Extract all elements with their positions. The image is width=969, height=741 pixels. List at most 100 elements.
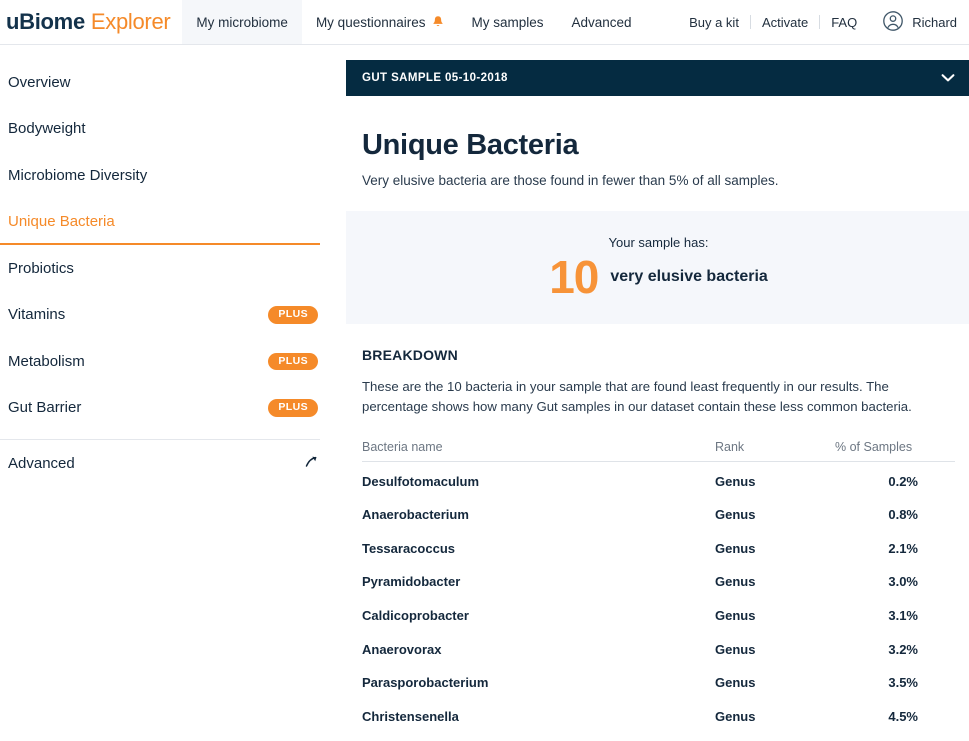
bacteria-pct: 4.5% bbox=[835, 733, 955, 741]
bacteria-name: Christensenellaceae bbox=[362, 733, 715, 741]
column-header-rank: Rank bbox=[715, 439, 835, 462]
sidebar-item-microbiome-diversity[interactable]: Microbiome Diversity bbox=[0, 152, 340, 199]
bacteria-name: Caldicoprobacter bbox=[362, 607, 469, 623]
user-menu[interactable]: Richard bbox=[882, 10, 957, 35]
nav-tab-advanced[interactable]: Advanced bbox=[558, 0, 646, 44]
app-logo[interactable]: u Biome Explorer bbox=[0, 0, 182, 44]
table-header-row: Bacteria name Rank % of Samples bbox=[362, 439, 955, 462]
table-row: ChristensenellaceaeFamily4.5% bbox=[362, 733, 955, 741]
nav-tab-label: My samples bbox=[471, 14, 544, 30]
nav-tab-my-questionnaires[interactable]: My questionnaires bbox=[302, 0, 458, 44]
page-subtitle: Very elusive bacteria are those found in… bbox=[362, 173, 779, 188]
sidebar-item-advanced[interactable]: Advanced bbox=[0, 440, 340, 487]
bacteria-name: Christensenella bbox=[362, 708, 459, 724]
sidebar-item-bodyweight[interactable]: Bodyweight bbox=[0, 106, 340, 153]
summary-stat-card: Your sample has: 10 very elusive bacteri… bbox=[346, 211, 969, 324]
bacteria-pct: 3.1% bbox=[888, 607, 918, 623]
sidebar-item-label: Microbiome Diversity bbox=[8, 166, 148, 184]
top-navigation-bar: u Biome Explorer My microbiome My questionn… bbox=[0, 0, 969, 45]
sidebar-item-label: Unique Bacteria bbox=[8, 213, 115, 231]
sidebar-nav: Overview Bodyweight Microbiome Diversity Un… bbox=[0, 45, 340, 741]
secondary-nav: Buy a kit Activate FAQ Richard bbox=[678, 0, 969, 44]
stat-unit: very elusive bacteria bbox=[610, 268, 768, 285]
user-circle-icon bbox=[882, 10, 904, 35]
sidebar-item-probiotics[interactable]: Probiotics bbox=[0, 245, 340, 292]
sample-selector-bar[interactable]: GUT SAMPLE 05-10-2018 bbox=[346, 60, 969, 96]
sidebar-item-overview[interactable]: Overview bbox=[0, 59, 340, 106]
chevron-down-icon[interactable] bbox=[941, 71, 955, 86]
bacteria-name: Anaerovorax bbox=[362, 641, 442, 657]
buy-a-kit-link[interactable]: Buy a kit bbox=[678, 15, 750, 30]
bacteria-name: Pyramidobacter bbox=[362, 574, 461, 590]
sidebar-item-label: Gut Barrier bbox=[8, 399, 82, 417]
breakdown-description: These are the 10 bacteria in your sample… bbox=[362, 379, 912, 414]
bacteria-pct: 4.5% bbox=[888, 708, 918, 724]
logo-explorer: Explorer bbox=[90, 9, 171, 34]
sidebar-item-label: Advanced bbox=[8, 454, 75, 472]
sidebar-item-list: Overview Bodyweight Microbiome Diversity Un… bbox=[0, 59, 340, 431]
stat-number: 10 bbox=[549, 251, 599, 303]
nav-tab-label: Advanced bbox=[571, 14, 632, 30]
bacteria-pct: 3.5% bbox=[888, 675, 918, 691]
bacteria-rank: Genus bbox=[715, 540, 756, 556]
nav-tab-my-samples[interactable]: My samples bbox=[458, 0, 558, 44]
notification-bell-icon[interactable] bbox=[432, 15, 444, 30]
logo-u: u bbox=[6, 9, 20, 34]
table-row: Anaerovorax Genus 3.2% bbox=[362, 632, 955, 666]
stat-label: Your sample has: bbox=[608, 235, 709, 250]
breakdown-heading: BREAKDOWN bbox=[362, 347, 458, 363]
table-row: Pyramidobacter Genus 3.0% bbox=[362, 565, 955, 599]
bacteria-rank: Genus bbox=[715, 507, 756, 523]
sidebar-item-vitamins[interactable]: Vitamins PLUS bbox=[0, 292, 340, 339]
sidebar-item-label: Vitamins bbox=[8, 306, 66, 324]
page-body: Overview Bodyweight Microbiome Diversity Un… bbox=[0, 45, 969, 741]
faq-link[interactable]: FAQ bbox=[820, 15, 868, 30]
sidebar-item-label: Bodyweight bbox=[8, 120, 86, 138]
table-header: Bacteria name Rank % of Samples bbox=[362, 439, 955, 462]
table-row: Caldicoprobacter Genus 3.1% bbox=[362, 599, 955, 633]
bacteria-pct: 2.1% bbox=[888, 540, 918, 556]
table-row: Tessaracoccus Genus 2.1% bbox=[362, 531, 955, 565]
sidebar-item-gut-barrier[interactable]: Gut Barrier PLUS bbox=[0, 385, 340, 432]
sidebar-item-unique-bacteria[interactable]: Unique Bacteria bbox=[0, 199, 340, 246]
bacteria-rank: Genus bbox=[715, 641, 756, 657]
sidebar-item-metabolism[interactable]: Metabolism PLUS bbox=[0, 338, 340, 385]
bacteria-pct: 0.8% bbox=[888, 507, 918, 523]
activate-link[interactable]: Activate bbox=[751, 15, 819, 30]
bacteria-pct: 3.0% bbox=[888, 574, 918, 590]
table-row: Anaerobacterium Genus 0.8% bbox=[362, 498, 955, 532]
plus-badge: PLUS bbox=[268, 399, 318, 417]
bacteria-name: Parasporobacterium bbox=[362, 675, 489, 691]
logo-biome: Biome bbox=[19, 9, 85, 34]
plus-badge: PLUS bbox=[268, 306, 318, 324]
bacteria-pct: 0.2% bbox=[888, 473, 918, 489]
table-body: Desulfotomaculum Genus 0.2% Anaerobacterium… bbox=[362, 461, 955, 741]
column-header-bacteria-name: Bacteria name bbox=[362, 439, 715, 462]
bacteria-rank: Genus bbox=[715, 574, 756, 590]
table-row: Desulfotomaculum Genus 0.2% bbox=[362, 461, 955, 498]
plus-badge: PLUS bbox=[268, 352, 318, 370]
bacteria-rank: Genus bbox=[715, 708, 756, 724]
bacteria-rank: Genus bbox=[715, 473, 756, 489]
table-row: Christensenella Genus 4.5% bbox=[362, 699, 955, 733]
stat-row: 10 very elusive bacteria bbox=[549, 254, 768, 300]
bacteria-rank: Family bbox=[715, 733, 835, 741]
bacteria-rank: Genus bbox=[715, 675, 756, 691]
user-name: Richard bbox=[912, 14, 957, 30]
nav-tab-my-microbiome[interactable]: My microbiome bbox=[182, 0, 302, 44]
bacteria-name: Desulfotomaculum bbox=[362, 473, 480, 489]
external-link-arrow-icon bbox=[305, 455, 318, 471]
bacteria-pct: 3.2% bbox=[888, 641, 918, 657]
sidebar-item-label: Probiotics bbox=[8, 259, 74, 277]
sidebar-item-label: Metabolism bbox=[8, 352, 85, 370]
table-row: Parasporobacterium Genus 3.5% bbox=[362, 666, 955, 700]
bacteria-name: Anaerobacterium bbox=[362, 507, 469, 523]
main-content: GUT SAMPLE 05-10-2018 Unique Bacteria Ve… bbox=[340, 45, 969, 741]
sidebar-item-label: Overview bbox=[8, 73, 71, 91]
column-header-pct-samples: % of Samples bbox=[835, 439, 955, 462]
bacteria-name: Tessaracoccus bbox=[362, 540, 455, 556]
page-title: Unique Bacteria bbox=[362, 129, 579, 161]
sample-title: GUT SAMPLE 05-10-2018 bbox=[362, 72, 508, 84]
bacteria-table: Bacteria name Rank % of Samples Desulfot… bbox=[362, 439, 955, 741]
nav-tab-label: My microbiome bbox=[196, 14, 288, 30]
